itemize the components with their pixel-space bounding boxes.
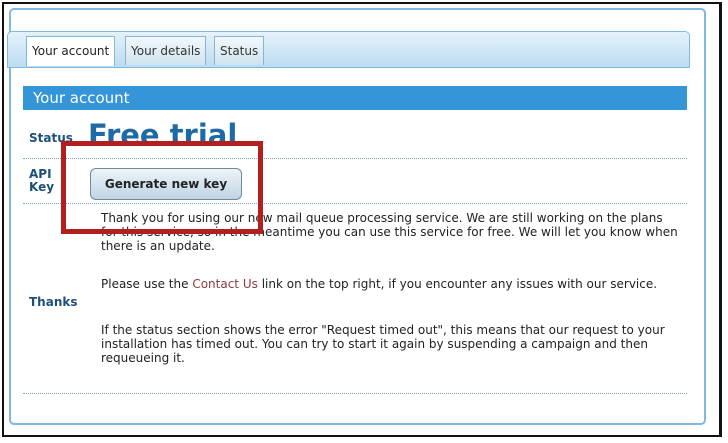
tab-status[interactable]: Status: [214, 36, 265, 65]
row-divider: [23, 393, 687, 394]
tab-bar: Your account Your details Status: [7, 31, 690, 68]
thanks-paragraph-2: Please use the Contact Us link on the to…: [101, 277, 681, 291]
api-key-label: API Key: [29, 168, 54, 194]
contact-us-link[interactable]: Contact Us: [192, 277, 258, 291]
thanks-label: Thanks: [29, 295, 78, 309]
p2-text-before: Please use the: [101, 277, 193, 291]
api-key-label-line2: Key: [29, 180, 55, 194]
tab-your-account[interactable]: Your account: [26, 36, 116, 66]
section-title: Your account: [23, 86, 687, 110]
thanks-paragraph-3: If the status section shows the error "R…: [101, 323, 665, 365]
p2-text-after: link on the top right, if you encounter …: [257, 277, 658, 291]
highlight-box: [61, 141, 263, 234]
tab-your-details[interactable]: Your details: [125, 36, 207, 65]
